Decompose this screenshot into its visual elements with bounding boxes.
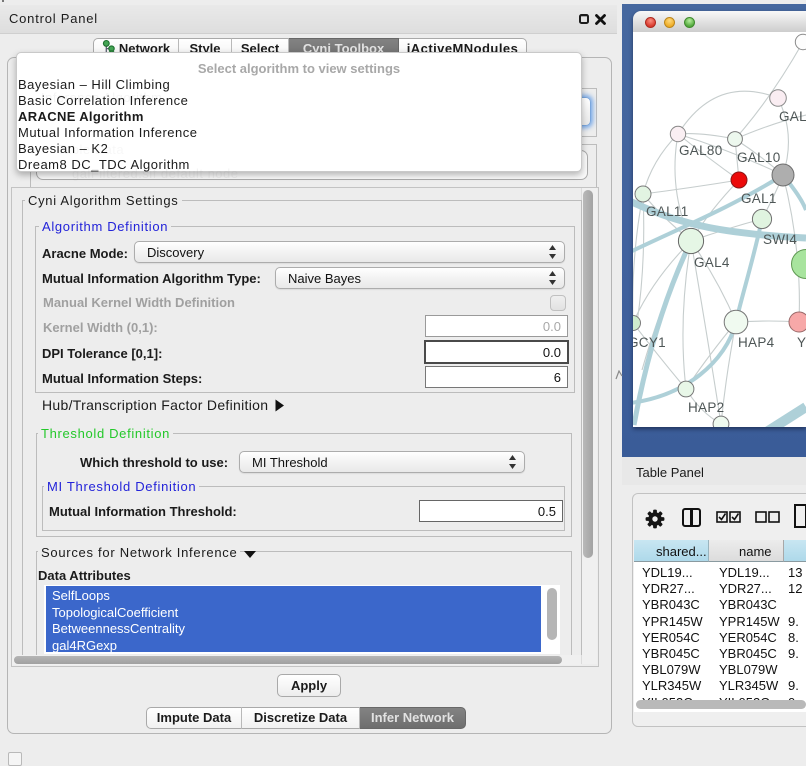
svg-text:SWI4: SWI4: [763, 232, 797, 247]
svg-text:GAL1: GAL1: [741, 191, 777, 206]
svg-text:GAL80: GAL80: [679, 143, 723, 158]
svg-text:GCY1: GCY1: [633, 335, 666, 350]
svg-text:Y: Y: [797, 335, 806, 350]
svg-text:GAL4: GAL4: [694, 255, 730, 270]
svg-text:HAP4: HAP4: [738, 335, 775, 350]
svg-text:GAL2: GAL2: [779, 109, 806, 124]
svg-text:GAL11: GAL11: [646, 204, 689, 219]
svg-text:HAP2: HAP2: [688, 400, 724, 415]
svg-text:GAL10: GAL10: [737, 150, 781, 165]
